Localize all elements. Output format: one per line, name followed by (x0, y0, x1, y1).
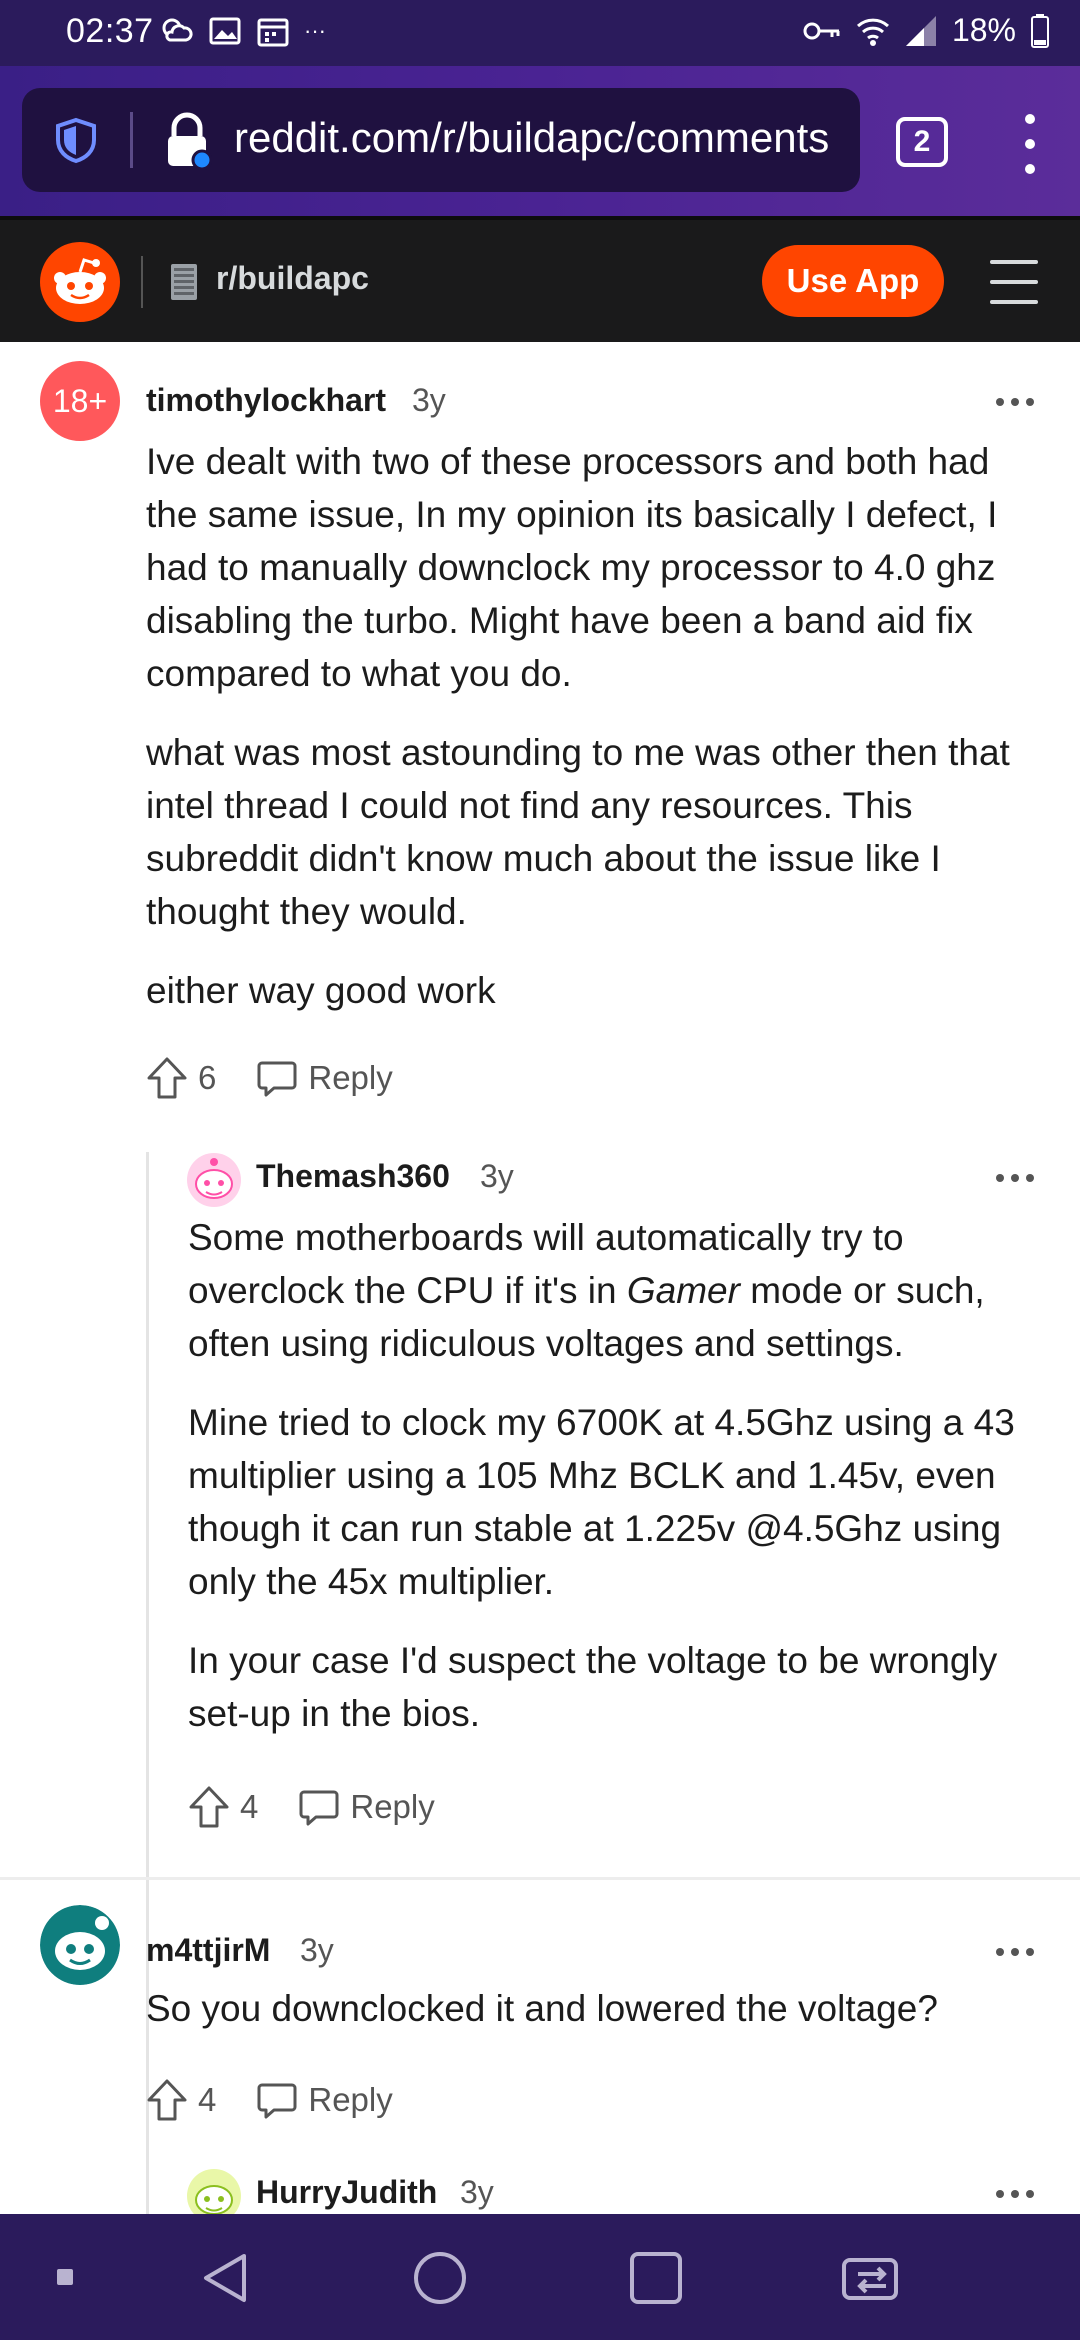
user-avatar[interactable] (186, 1152, 242, 1208)
comment-age: 3y (300, 1932, 334, 1968)
url-text[interactable]: reddit.com/r/buildapc/comments (234, 114, 844, 168)
gallery-icon (209, 17, 241, 45)
hamburger-menu-icon[interactable] (990, 260, 1038, 304)
comment-username[interactable]: timothylockhart (146, 382, 386, 419)
comment-divider (0, 1877, 1080, 1880)
subreddit-icon (171, 264, 197, 300)
reply-icon[interactable] (298, 1786, 340, 1828)
vote-count: 6 (198, 1059, 217, 1096)
comment-actions: 6 Reply (146, 1053, 393, 1103)
calendar-icon (257, 18, 289, 47)
battery-percent: 18% (951, 12, 1016, 48)
thread-line[interactable] (146, 2172, 149, 2214)
upvote-icon[interactable] (188, 1785, 230, 1829)
battery-icon (1031, 13, 1049, 48)
user-avatar[interactable] (40, 1905, 120, 1985)
comment-paragraph: Mine tried to clock my 6700K at 4.5Ghz u… (188, 1402, 1015, 1602)
nsfw-avatar[interactable]: 18+ (40, 361, 120, 441)
wifi-icon (856, 18, 889, 46)
tab-count-button[interactable]: 2 (896, 117, 948, 167)
status-time: 02:37 (66, 12, 154, 50)
reply-button[interactable]: Reply (350, 1788, 434, 1826)
upvote-icon[interactable] (146, 1056, 188, 1100)
comment-paragraph: what was most astounding to me was other… (146, 732, 1010, 932)
lock-icon[interactable] (162, 110, 212, 170)
subreddit-name[interactable]: r/buildapc (216, 260, 369, 297)
comment-body: So you downclocked it and lowered the vo… (146, 1982, 1046, 2061)
use-app-button[interactable]: Use App (762, 245, 944, 317)
more-options-icon[interactable] (996, 1174, 1034, 1184)
comment-username[interactable]: m4ttjirM (146, 1932, 270, 1969)
weather-icon (162, 18, 193, 42)
comment-paragraph: either way good work (146, 970, 496, 1011)
reply-icon[interactable] (256, 2079, 298, 2121)
recents-icon[interactable] (628, 2250, 684, 2306)
vpn-key-icon (803, 22, 840, 39)
home-icon[interactable] (412, 2250, 468, 2306)
reply-icon[interactable] (256, 1057, 298, 1099)
vote-count: 4 (198, 2081, 217, 2118)
url-bar[interactable]: reddit.com/r/buildapc/comments (22, 88, 860, 192)
shield-icon[interactable] (52, 116, 100, 164)
comment-body: Some motherboards will automatically try… (188, 1211, 1058, 1766)
more-options-icon[interactable] (996, 1948, 1034, 1958)
comment-username[interactable]: Themash360 (256, 1158, 450, 1195)
status-notification-icons: ··· (160, 14, 326, 48)
header-separator (141, 256, 143, 308)
comment-paragraph: Ive dealt with two of these processors a… (146, 441, 998, 694)
browser-toolbar: reddit.com/r/buildapc/comments 2 (0, 66, 1080, 216)
nav-dot-icon[interactable] (56, 2268, 74, 2286)
back-icon[interactable] (198, 2250, 254, 2306)
user-avatar[interactable] (186, 2168, 242, 2214)
status-system-icons: 18% (802, 12, 1050, 49)
reply-button[interactable]: Reply (308, 2081, 392, 2119)
comment-paragraph: Some motherboards will automatically try… (188, 1217, 985, 1364)
comment-age: 3y (460, 2174, 494, 2210)
vote-count: 4 (240, 1788, 259, 1825)
comment-username[interactable]: HurryJudith (256, 2174, 437, 2211)
comment-actions: 4 Reply (188, 1782, 435, 1832)
url-separator (130, 112, 133, 168)
comment-body: Ive dealt with two of these processors a… (146, 435, 1046, 1043)
status-overflow: ··· (304, 18, 326, 43)
reddit-logo-icon[interactable] (40, 242, 120, 322)
signal-icon (905, 15, 936, 46)
comment-age: 3y (480, 1158, 514, 1194)
comment-paragraph: In your case I'd suspect the voltage to … (188, 1640, 998, 1734)
more-options-icon[interactable] (996, 2190, 1034, 2200)
reply-button[interactable]: Reply (308, 1059, 392, 1097)
browser-menu-icon[interactable] (1018, 114, 1042, 174)
comment-age: 3y (412, 382, 446, 418)
comment-paragraph: So you downclocked it and lowered the vo… (146, 1988, 938, 2029)
comment-actions: 4 Reply (146, 2075, 393, 2125)
upvote-icon[interactable] (146, 2078, 188, 2122)
comments-section: 18+ timothylockhart 3y Ive dealt with tw… (0, 342, 1080, 2214)
switch-apps-icon[interactable] (840, 2250, 904, 2306)
reddit-header: r/buildapc Use App (0, 216, 1080, 342)
status-bar: 02:37 ··· 18% (0, 0, 1080, 66)
system-nav-bar (0, 2214, 1080, 2340)
more-options-icon[interactable] (996, 398, 1034, 408)
